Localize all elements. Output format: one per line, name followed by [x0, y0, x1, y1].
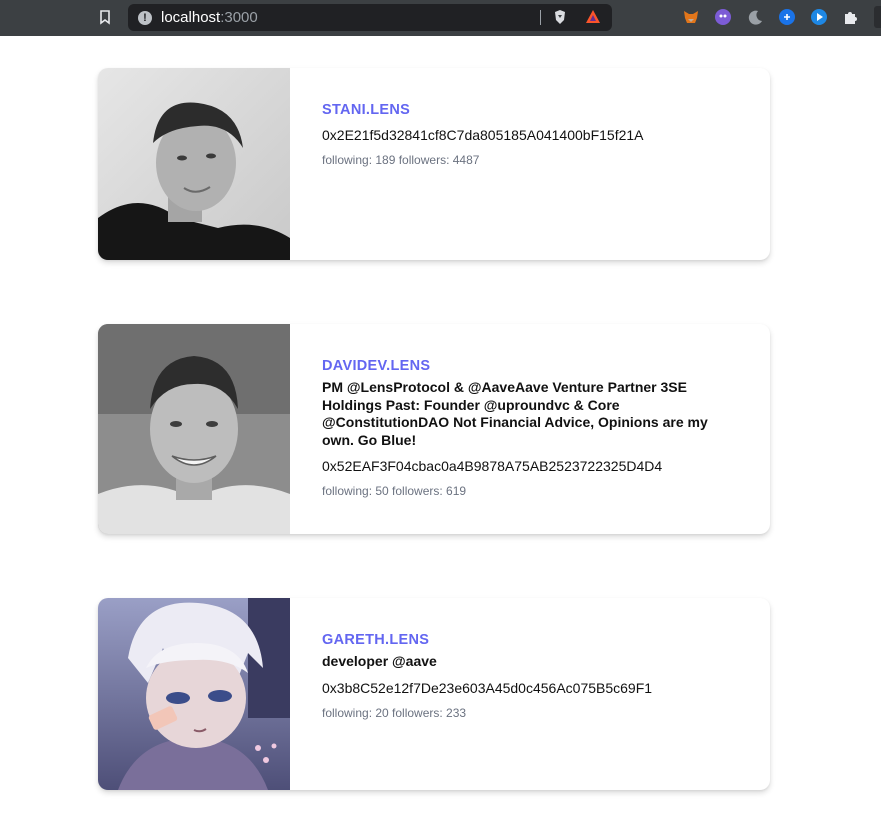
- profile-address: 0x2E21f5d32841cf8C7da805185A041400bF15f2…: [322, 127, 644, 143]
- profile-photo: [98, 324, 290, 534]
- address-bar[interactable]: ! localhost:3000: [128, 4, 612, 31]
- profile-handle[interactable]: GARETH.LENS: [322, 632, 740, 648]
- brave-shield-icon[interactable]: [552, 9, 568, 25]
- profile-address: 0x52EAF3F04cbac0a4B9878A75AB2523722325D4…: [322, 458, 663, 474]
- profile-handle[interactable]: DAVIDEV.LENS: [322, 358, 740, 374]
- profile-details: DAVIDEV.LENS PM @LensProtocol & @AaveAav…: [322, 358, 740, 498]
- puzzle-icon[interactable]: [842, 8, 860, 26]
- profile-stats: following: 189 followers: 4487: [322, 153, 480, 167]
- address-bar-divider: [540, 10, 541, 25]
- profile-card[interactable]: GARETH.LENS developer @aave 0x3b8C52e12f…: [98, 598, 770, 790]
- url-host: localhost: [161, 9, 221, 26]
- profile-stats: following: 50 followers: 619: [322, 484, 467, 498]
- profile-photo: [98, 598, 290, 790]
- moon-icon[interactable]: [746, 8, 764, 26]
- brave-rewards-icon[interactable]: [585, 9, 601, 25]
- metamask-fox-icon[interactable]: [682, 8, 700, 26]
- profile-card[interactable]: STANI.LENS 0x2E21f5d32841cf8C7da805185A0…: [98, 68, 770, 260]
- profile-bio: PM @LensProtocol & @AaveAave Venture Par…: [322, 379, 708, 448]
- profile-handle[interactable]: STANI.LENS: [322, 102, 740, 118]
- profile-details: STANI.LENS 0x2E21f5d32841cf8C7da805185A0…: [322, 102, 740, 167]
- profile-card[interactable]: DAVIDEV.LENS PM @LensProtocol & @AaveAav…: [98, 324, 770, 534]
- blue-circle-icon[interactable]: [778, 8, 796, 26]
- bookmark-icon[interactable]: [96, 8, 114, 26]
- profile-stats: following: 20 followers: 233: [322, 705, 467, 720]
- profile-avatar[interactable]: [874, 6, 881, 28]
- profile-details: GARETH.LENS developer @aave 0x3b8C52e12f…: [322, 632, 740, 720]
- url-port: :3000: [220, 9, 258, 26]
- site-info-icon[interactable]: !: [138, 11, 152, 25]
- profile-bio: developer @aave: [322, 653, 437, 669]
- browser-toolbar: ! localhost:3000: [0, 0, 881, 36]
- blue-play-icon[interactable]: [810, 8, 828, 26]
- url-text: localhost:3000: [161, 9, 258, 26]
- purple-ghost-icon[interactable]: [714, 8, 732, 26]
- profile-photo: [98, 68, 290, 260]
- profile-address: 0x3b8C52e12f7De23e603A45d0c456Ac075B5c69…: [322, 679, 653, 696]
